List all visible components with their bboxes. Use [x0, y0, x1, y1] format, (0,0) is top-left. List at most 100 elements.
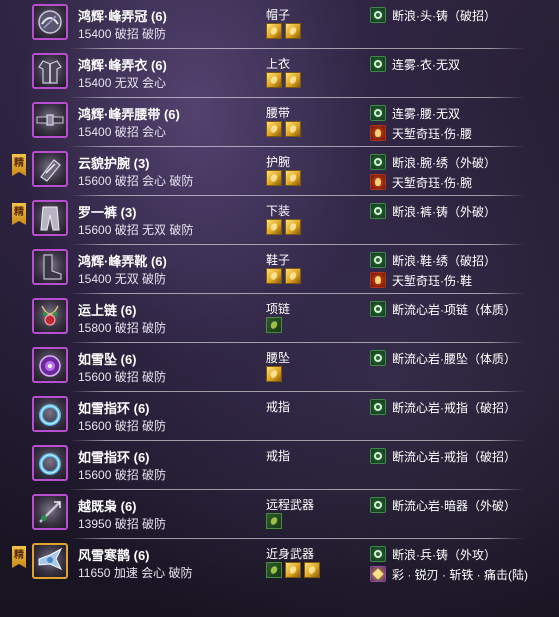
- enchant-text: 断流心岩·腰坠（体质）: [392, 351, 516, 366]
- enchant-entry[interactable]: 断流心岩·戒指（破招）: [370, 398, 516, 416]
- equipment-row[interactable]: 越既枭 (6) 13950 破招 破防 远程武器 断流心岩·暗器（外破）: [0, 490, 559, 539]
- ring-icon[interactable]: [32, 396, 68, 432]
- boots-icon[interactable]: [32, 249, 68, 285]
- equipment-row[interactable]: 精 罗一裤 (3) 15600 破招 无双 破防 下装 断浪·裤·铸（外破）: [0, 196, 559, 245]
- enchant-entry[interactable]: 天堑奇珏·伤·鞋: [370, 271, 472, 289]
- enchant-entry[interactable]: 断流心岩·暗器（外破）: [370, 496, 516, 514]
- gem-slots: [266, 23, 301, 41]
- enchant-entry[interactable]: 连雾·腰·无双: [370, 104, 460, 122]
- enchant-entry[interactable]: 彩 · 锐刃 · 斩铁 · 痛击(陆): [370, 565, 528, 583]
- ring-icon[interactable]: [32, 445, 68, 481]
- item-name[interactable]: 如雪坠 (6): [78, 349, 137, 368]
- enchant-text: 断浪·腕·绣（外破）: [392, 155, 496, 170]
- melee-weapon-icon[interactable]: [32, 543, 68, 579]
- item-slot: 上衣: [266, 57, 291, 71]
- enchant-green-icon: [370, 399, 386, 415]
- gem-icon[interactable]: [285, 23, 301, 39]
- gem-icon[interactable]: [266, 317, 282, 333]
- item-slot: 腰坠: [266, 351, 291, 365]
- enchant-entry[interactable]: 天堑奇珏·伤·腰: [370, 124, 472, 142]
- enchant-entry[interactable]: 断流心岩·项链（体质）: [370, 300, 516, 318]
- equipment-panel: { "items": [ {"tag": "", "name": "鸿辉·峰弄冠…: [0, 0, 559, 617]
- equipment-row[interactable]: 如雪指环 (6) 15600 破招 破防 戒指 断流心岩·戒指（破招）: [0, 392, 559, 441]
- item-stats: 15400 无双 会心: [78, 76, 167, 90]
- robe-icon[interactable]: [32, 53, 68, 89]
- item-slot: 戒指: [266, 400, 291, 414]
- enchant-entry[interactable]: 连雾·衣·无双: [370, 55, 460, 73]
- enchant-red-icon: [370, 174, 386, 190]
- equipment-row[interactable]: 运上链 (6) 15800 破招 破防 项链 断流心岩·项链（体质）: [0, 294, 559, 343]
- gem-icon[interactable]: [285, 170, 301, 186]
- enchant-green-icon: [370, 497, 386, 513]
- equipment-row[interactable]: 如雪坠 (6) 15600 破招 破防 腰坠 断流心岩·腰坠（体质）: [0, 343, 559, 392]
- necklace-icon[interactable]: [32, 298, 68, 334]
- item-name[interactable]: 鸿辉·峰弄冠 (6): [78, 6, 167, 25]
- enchant-entry[interactable]: 天堑奇珏·伤·腕: [370, 173, 472, 191]
- gem-icon[interactable]: [304, 562, 320, 578]
- item-name[interactable]: 鸿辉·峰弄衣 (6): [78, 55, 167, 74]
- item-stats: 13950 破招 破防: [78, 517, 167, 531]
- enchant-entry[interactable]: 断流心岩·戒指（破招）: [370, 447, 516, 465]
- helmet-icon[interactable]: [32, 4, 68, 40]
- belt-icon[interactable]: [32, 102, 68, 138]
- enchant-text: 连雾·衣·无双: [392, 57, 460, 72]
- enchant-text: 断浪·头·铸（破招）: [392, 8, 496, 23]
- gem-slots: [266, 317, 282, 335]
- gem-icon[interactable]: [285, 562, 301, 578]
- item-name[interactable]: 风雪寒鹊 (6): [78, 545, 150, 564]
- gem-icon[interactable]: [285, 219, 301, 235]
- enchant-entry[interactable]: 断浪·头·铸（破招）: [370, 6, 496, 24]
- gem-icon[interactable]: [266, 121, 282, 137]
- pendant-icon[interactable]: [32, 347, 68, 383]
- gem-icon[interactable]: [266, 562, 282, 578]
- gem-icon[interactable]: [266, 513, 282, 529]
- gem-icon[interactable]: [266, 72, 282, 88]
- item-stats: 15600 破招 无双 破防: [78, 223, 194, 237]
- ranged-weapon-icon[interactable]: [32, 494, 68, 530]
- enchant-text: 天堑奇珏·伤·腰: [392, 126, 472, 141]
- item-name[interactable]: 鸿辉·峰弄靴 (6): [78, 251, 167, 270]
- equipment-row[interactable]: 鸿辉·峰弄冠 (6) 15400 破招 破防 帽子 断浪·头·铸（破招）: [0, 0, 559, 49]
- gem-icon[interactable]: [266, 23, 282, 39]
- item-slot: 戒指: [266, 449, 291, 463]
- item-stats: 15600 破招 破防: [78, 419, 167, 433]
- enchant-green-icon: [370, 252, 386, 268]
- gem-icon[interactable]: [285, 121, 301, 137]
- gem-slots: [266, 268, 301, 286]
- gem-icon[interactable]: [285, 72, 301, 88]
- equipment-row[interactable]: 如雪指环 (6) 15600 破招 破防 戒指 断流心岩·戒指（破招）: [0, 441, 559, 490]
- enchant-text: 断浪·兵·铸（外攻）: [392, 547, 496, 562]
- bracer-icon[interactable]: [32, 151, 68, 187]
- enchant-green-icon: [370, 301, 386, 317]
- enchant-entry[interactable]: 断浪·腕·绣（外破）: [370, 153, 496, 171]
- item-name[interactable]: 鸿辉·峰弄腰带 (6): [78, 104, 180, 123]
- gem-icon[interactable]: [285, 268, 301, 284]
- enchant-entry[interactable]: 断浪·裤·铸（外破）: [370, 202, 496, 220]
- gem-icon[interactable]: [266, 268, 282, 284]
- refined-tag-icon: 精: [12, 203, 26, 225]
- item-name[interactable]: 越既枭 (6): [78, 496, 137, 515]
- enchant-text: 连雾·腰·无双: [392, 106, 460, 121]
- enchant-entry[interactable]: 断浪·鞋·绣（破招）: [370, 251, 496, 269]
- gem-slots: [266, 170, 301, 188]
- item-name[interactable]: 罗一裤 (3): [78, 202, 137, 221]
- equipment-row[interactable]: 鸿辉·峰弄靴 (6) 15400 无双 破防 鞋子 断浪·鞋·绣（破招） 天堑奇珏·伤·…: [0, 245, 559, 294]
- equipment-row[interactable]: 鸿辉·峰弄衣 (6) 15400 无双 会心 上衣 连雾·衣·无双: [0, 49, 559, 98]
- equipment-row[interactable]: 精 云貌护腕 (3) 15600 破招 会心 破防 护腕 断浪·腕·绣（外破） 天堑奇珏·…: [0, 147, 559, 196]
- gem-icon[interactable]: [266, 219, 282, 235]
- enchant-green-icon: [370, 448, 386, 464]
- item-name[interactable]: 云貌护腕 (3): [78, 153, 150, 172]
- item-name[interactable]: 如雪指环 (6): [78, 447, 150, 466]
- gem-icon[interactable]: [266, 170, 282, 186]
- equipment-row[interactable]: 鸿辉·峰弄腰带 (6) 15400 破招 会心 腰带 连雾·腰·无双 天堑奇珏·伤·腰: [0, 98, 559, 147]
- item-name[interactable]: 如雪指环 (6): [78, 398, 150, 417]
- enchant-entry[interactable]: 断流心岩·腰坠（体质）: [370, 349, 516, 367]
- item-slot: 帽子: [266, 8, 291, 22]
- pants-icon[interactable]: [32, 200, 68, 236]
- item-name[interactable]: 运上链 (6): [78, 300, 137, 319]
- enchant-green-icon: [370, 350, 386, 366]
- item-slot: 远程武器: [266, 498, 315, 512]
- gem-icon[interactable]: [266, 366, 282, 382]
- equipment-row[interactable]: 精 风雪寒鹊 (6) 11650 加速 会心 破防 近身武器 断浪·兵·铸（外攻） 彩 ·…: [0, 539, 559, 588]
- enchant-entry[interactable]: 断浪·兵·铸（外攻）: [370, 545, 496, 563]
